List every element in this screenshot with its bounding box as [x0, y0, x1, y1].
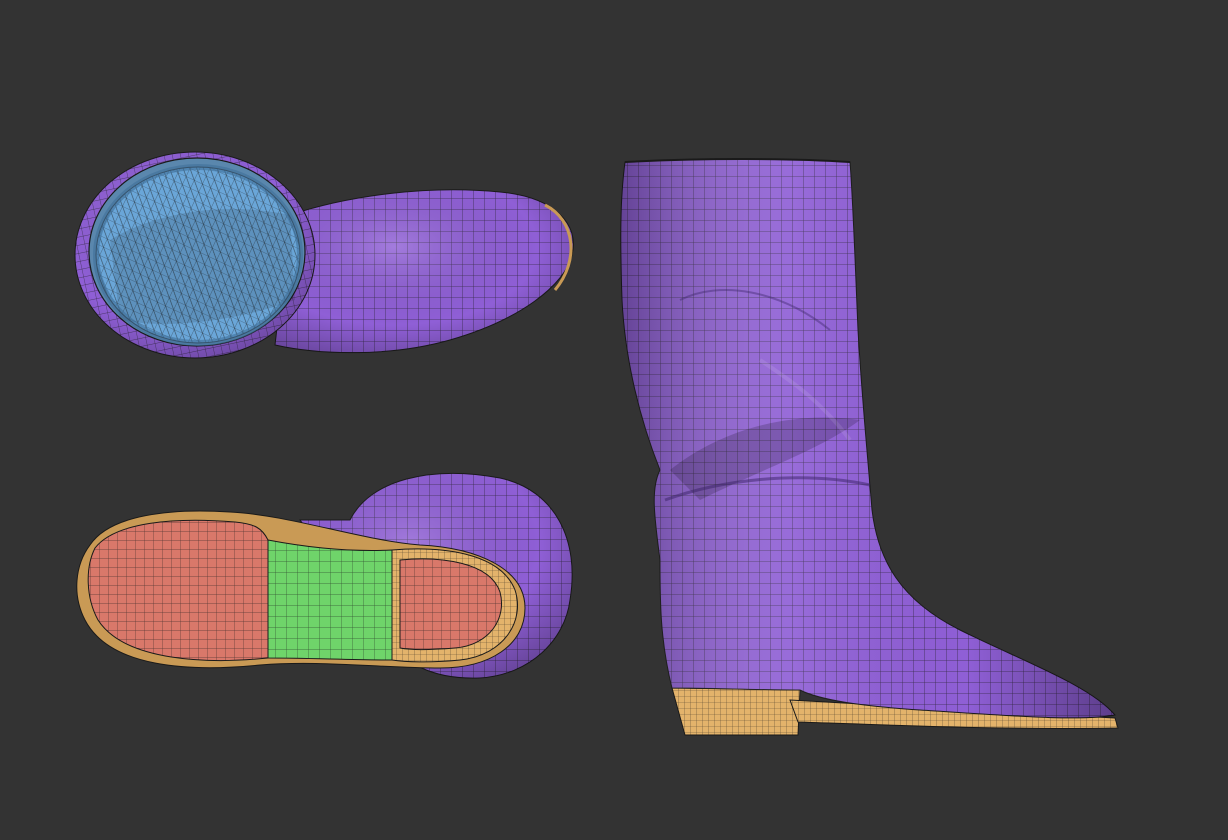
boot-render	[74, 151, 1119, 736]
side-view-heel	[671, 687, 801, 736]
top-view	[74, 151, 574, 359]
side-view	[620, 158, 1119, 736]
bottom-view	[76, 472, 573, 679]
3d-viewport[interactable]	[0, 0, 1228, 840]
bottom-view-sole-shank	[267, 539, 393, 661]
